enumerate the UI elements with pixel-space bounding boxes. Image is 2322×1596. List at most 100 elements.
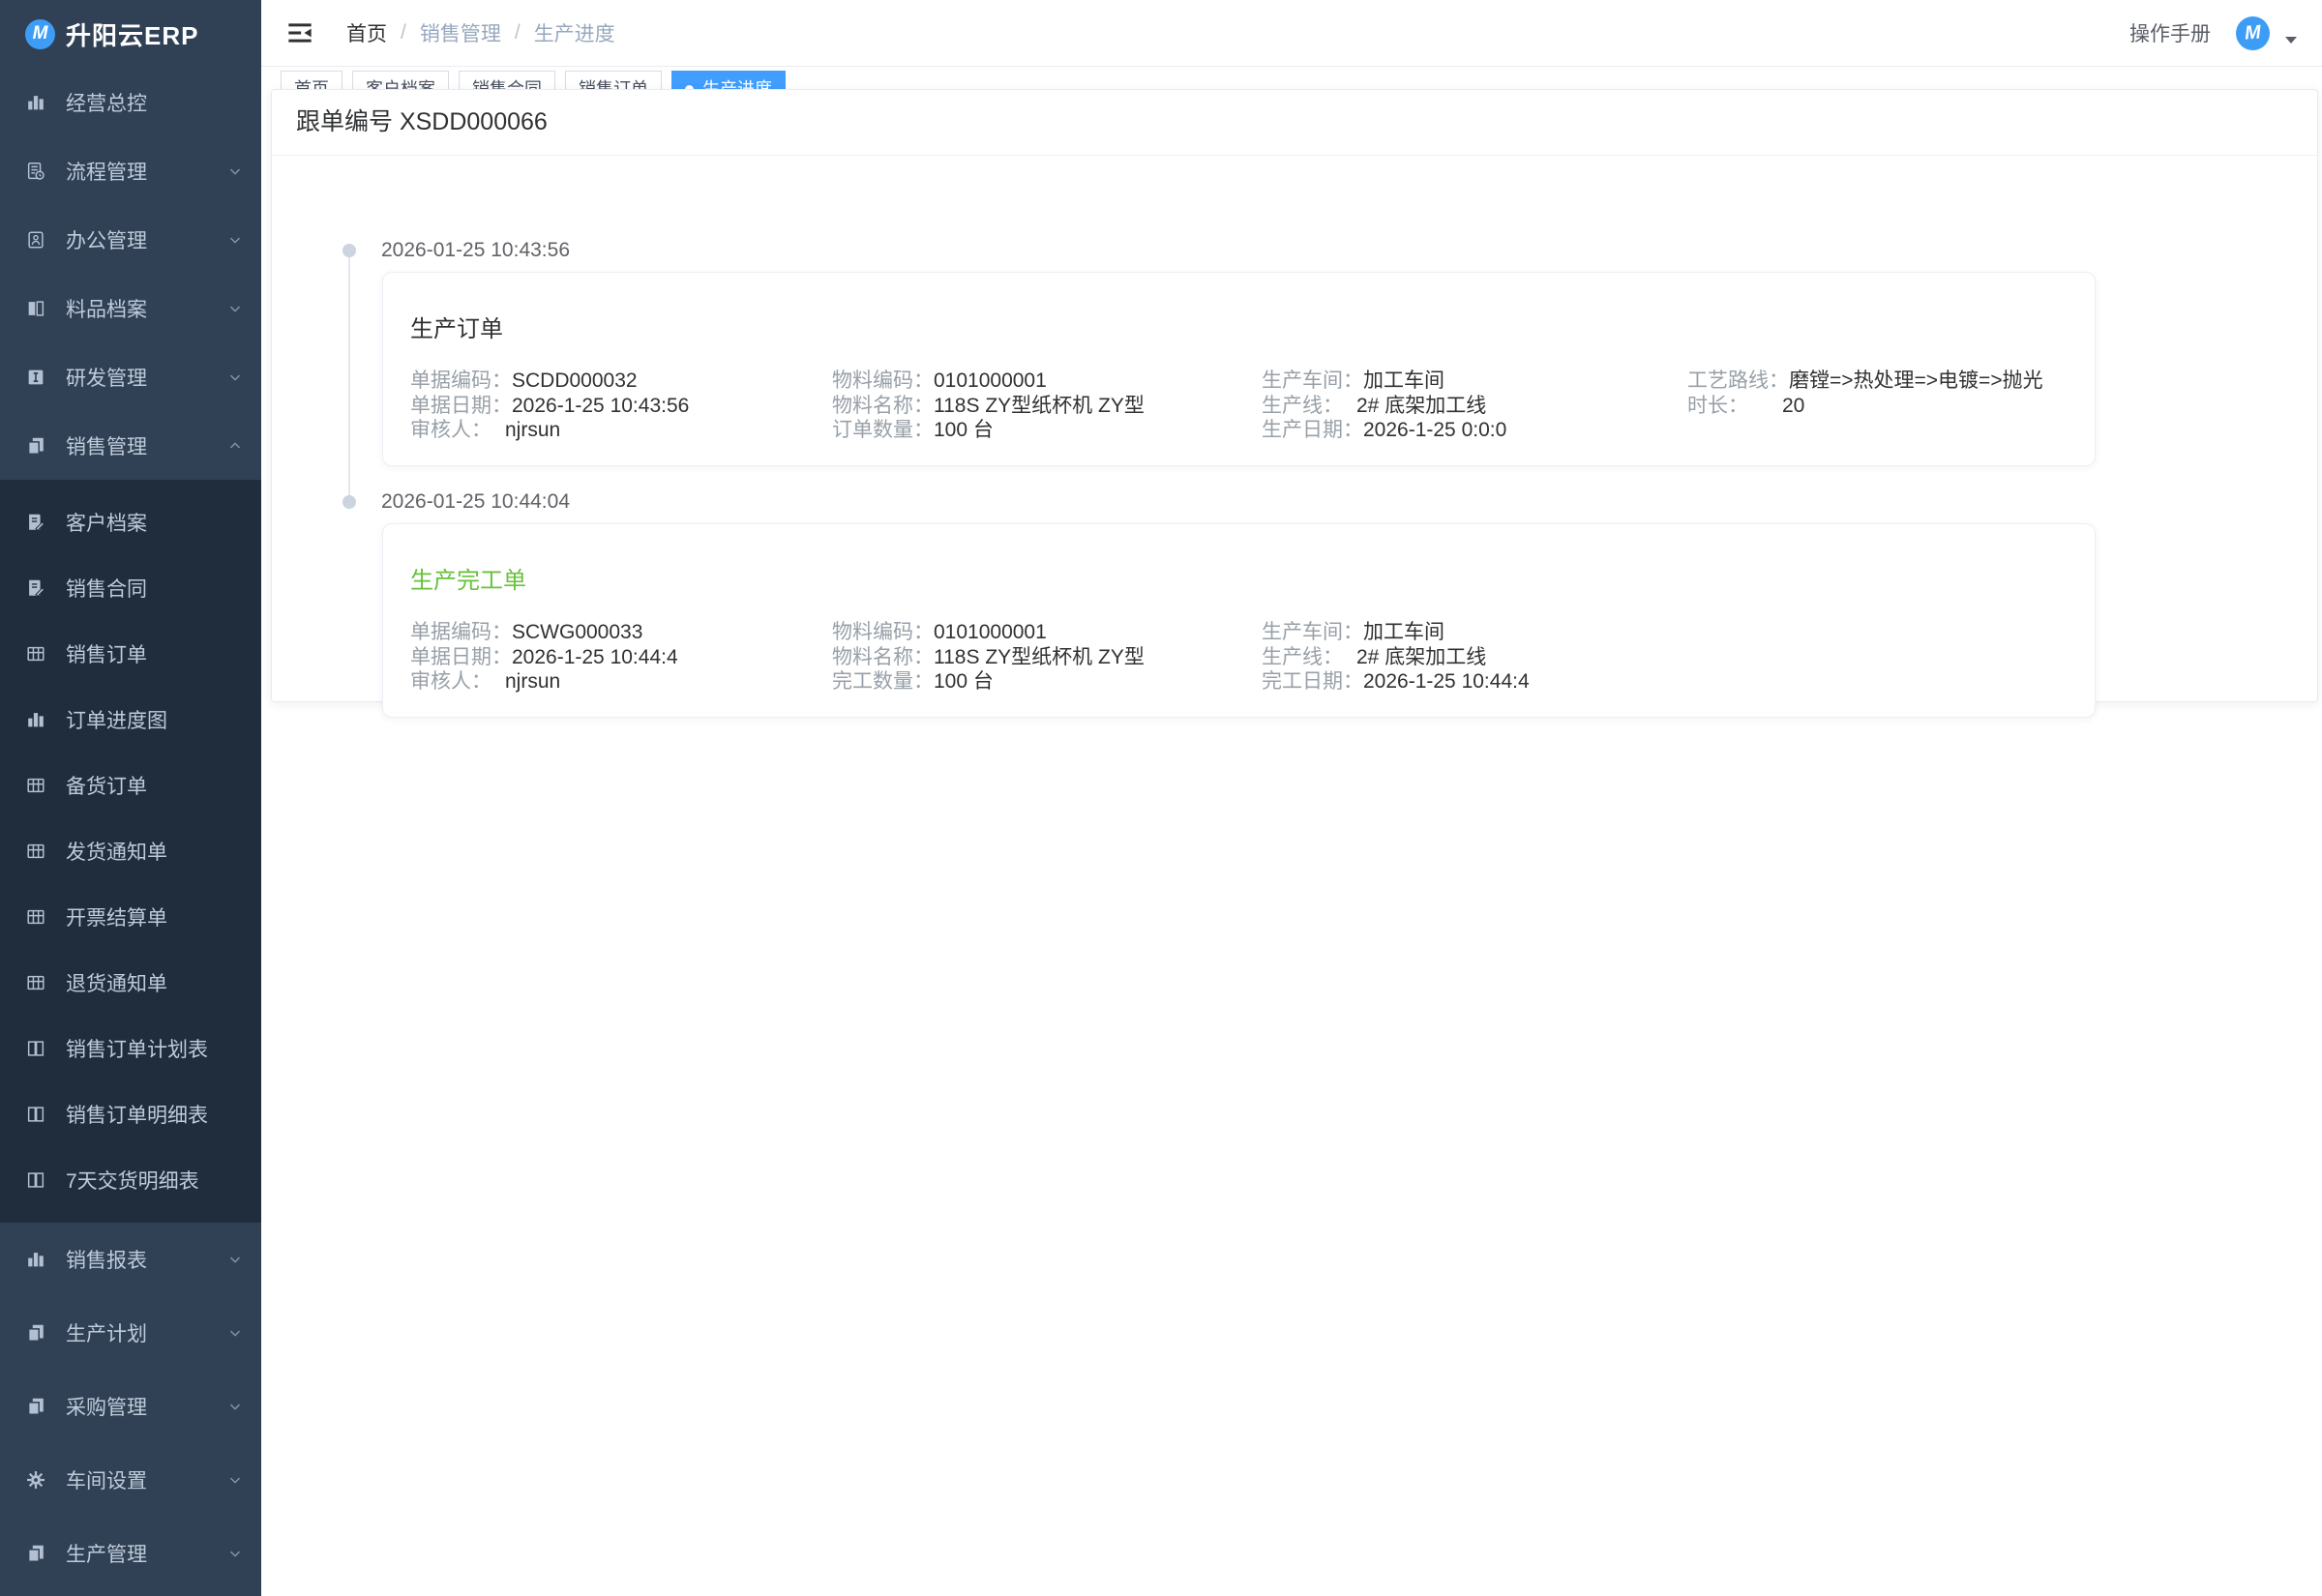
office-badge-icon <box>25 229 46 251</box>
sidebar-item-sales-order-plan-report[interactable]: 销售订单计划表 <box>0 1016 261 1081</box>
breadcrumb-home[interactable]: 首页 <box>346 18 387 47</box>
field-value: 2026-1-25 0:0:0 <box>1363 418 1506 443</box>
field-label: 物料编码： <box>832 369 934 394</box>
sidebar-item-label: 客户档案 <box>66 508 147 537</box>
field-label: 生产日期： <box>1262 418 1363 443</box>
sidebar-item-7day-delivery-report[interactable]: 7天交货明细表 <box>0 1147 261 1213</box>
field-value: 2026-1-25 10:44:4 <box>512 645 678 670</box>
workflow-icon <box>25 161 46 182</box>
sidebar-item-processing-workshop[interactable]: 加工车间 <box>0 1590 261 1596</box>
open-book-icon <box>25 1169 46 1191</box>
documents-icon <box>25 435 46 457</box>
sidebar-item-sales-contract[interactable]: 销售合同 <box>0 555 261 621</box>
field-value: 加工车间 <box>1363 620 1444 645</box>
chevron-up-icon <box>226 437 244 455</box>
field-value: 20 <box>1782 394 1804 419</box>
field-label: 物料名称： <box>832 645 934 670</box>
breadcrumb-separator: / <box>401 21 406 44</box>
field-value: SCWG000033 <box>512 620 642 645</box>
table-icon <box>25 972 46 993</box>
sidebar-item-sales-reports[interactable]: 销售报表 <box>0 1223 261 1296</box>
sidebar-item-order-progress-chart[interactable]: 订单进度图 <box>0 687 261 753</box>
sidebar-item-label: 生产计划 <box>66 1318 147 1347</box>
field-label: 生产车间： <box>1262 620 1363 645</box>
breadcrumb-separator: / <box>515 21 521 44</box>
breadcrumb-sales-mgmt[interactable]: 销售管理 <box>420 18 501 47</box>
sidebar-item-label: 7天交货明细表 <box>66 1166 199 1195</box>
bar-chart-icon <box>25 92 46 113</box>
top-header: 首页 / 销售管理 / 生产进度 操作手册 M <box>261 0 2322 67</box>
field-label: 订单数量： <box>832 418 934 443</box>
brand-logo-icon: M <box>25 19 55 49</box>
sidebar-item-purchasing-mgmt[interactable]: 采购管理 <box>0 1370 261 1443</box>
sidebar-item-label: 备货订单 <box>66 771 147 800</box>
field-value: njrsun <box>505 669 560 695</box>
sidebar-item-label: 开票结算单 <box>66 902 167 931</box>
operation-manual-link[interactable]: 操作手册 <box>2129 18 2211 47</box>
bar-chart-icon <box>25 1249 46 1270</box>
chevron-down-icon <box>226 1251 244 1268</box>
sidebar-item-workshop-settings[interactable]: 车间设置 <box>0 1443 261 1517</box>
brand-header: M 升阳云ERP <box>0 0 261 68</box>
sidebar-item-sales-order-detail-report[interactable]: 销售订单明细表 <box>0 1081 261 1147</box>
sidebar-item-customer-archives[interactable]: 客户档案 <box>0 489 261 555</box>
sidebar-item-process-mgmt[interactable]: 流程管理 <box>0 136 261 205</box>
field-label: 生产线： <box>1262 394 1356 419</box>
sidebar-item-sales-mgmt[interactable]: 销售管理 <box>0 411 261 480</box>
sidebar-item-sales-order[interactable]: 销售订单 <box>0 621 261 687</box>
timeline-timestamp: 2026-01-25 10:43:56 <box>381 239 570 262</box>
card-title: 生产订单 <box>410 317 2095 342</box>
sidebar-item-label: 发货通知单 <box>66 837 167 866</box>
field-label: 审核人： <box>410 418 505 443</box>
production-order-card: 生产订单 单据编码：SCDD000032 单据日期：2026-1-25 10:4… <box>382 272 2096 466</box>
erp-app-window: M 升阳云ERP 经营总控 流程管理 办公管理 料品档案 研发管理 <box>0 0 2322 1596</box>
field-value: 100 台 <box>934 669 994 695</box>
sidebar-item-business-overview[interactable]: 经营总控 <box>0 68 261 136</box>
table-icon <box>25 841 46 862</box>
documents-icon <box>25 1322 46 1344</box>
user-avatar[interactable]: M <box>2235 15 2271 50</box>
sidebar-item-production-mgmt[interactable]: 生产管理 <box>0 1517 261 1590</box>
sidebar-item-label: 研发管理 <box>66 363 147 392</box>
timeline-tail-line <box>348 256 350 498</box>
sidebar-item-label: 料品档案 <box>66 294 147 323</box>
sidebar-item-shipping-notice[interactable]: 发货通知单 <box>0 818 261 884</box>
field-value: 磨镗=>热处理=>电镀=>抛光 <box>1789 369 2043 394</box>
sidebar-lower-menus: 销售报表 生产计划 采购管理 车间设置 生产管理 <box>0 1223 261 1596</box>
sidebar-item-invoice-settlement[interactable]: 开票结算单 <box>0 884 261 950</box>
user-menu-caret-icon[interactable] <box>2285 37 2297 44</box>
sidebar-item-label: 车间设置 <box>66 1465 147 1494</box>
sidebar-item-label: 销售订单明细表 <box>66 1100 208 1129</box>
field-value: 2026-1-25 10:44:4 <box>1363 669 1530 695</box>
chevron-down-icon <box>226 1324 244 1342</box>
field-value: 118S ZY型纸杯机 ZY型 <box>934 645 1145 670</box>
brand-name: 升阳云ERP <box>66 16 198 52</box>
sidebar-toggle-icon[interactable] <box>286 19 313 46</box>
card-title: 生产完工单 <box>410 569 2095 594</box>
field-value: 2# 底架加工线 <box>1356 394 1486 419</box>
production-completion-card: 生产完工单 单据编码：SCWG000033 单据日期：2026-1-25 10:… <box>382 523 2096 718</box>
sidebar-item-stock-order[interactable]: 备货订单 <box>0 753 261 818</box>
sidebar-item-label: 销售合同 <box>66 574 147 603</box>
sidebar-item-label: 销售订单计划表 <box>66 1034 208 1063</box>
timeline-dot-icon <box>342 495 356 509</box>
sidebar-item-office-mgmt[interactable]: 办公管理 <box>0 205 261 274</box>
bar-chart-icon <box>25 709 46 730</box>
sidebar-item-production-plan[interactable]: 生产计划 <box>0 1296 261 1370</box>
sidebar-item-material-archives[interactable]: 料品档案 <box>0 274 261 342</box>
sidebar-item-rnd-mgmt[interactable]: 研发管理 <box>0 342 261 411</box>
sidebar-item-label: 退货通知单 <box>66 968 167 997</box>
breadcrumb-production-progress: 生产进度 <box>534 18 615 47</box>
sidebar-item-label: 流程管理 <box>66 157 147 186</box>
sidebar-item-return-notice[interactable]: 退货通知单 <box>0 950 261 1016</box>
chevron-down-icon <box>226 1398 244 1415</box>
sidebar-item-label: 生产管理 <box>66 1539 147 1568</box>
open-book-icon <box>25 1038 46 1059</box>
chevron-down-icon <box>226 163 244 180</box>
main-area: 首页 / 销售管理 / 生产进度 操作手册 M 首页 客户档案 销售合同 <box>261 0 2322 1596</box>
field-label: 完工日期： <box>1262 669 1363 695</box>
field-value: 100 台 <box>934 418 994 443</box>
tracking-number-title: 跟单编号 XSDD000066 <box>272 90 2317 156</box>
field-label: 工艺路线： <box>1687 369 1789 394</box>
timeline-timestamp: 2026-01-25 10:44:04 <box>381 490 570 514</box>
